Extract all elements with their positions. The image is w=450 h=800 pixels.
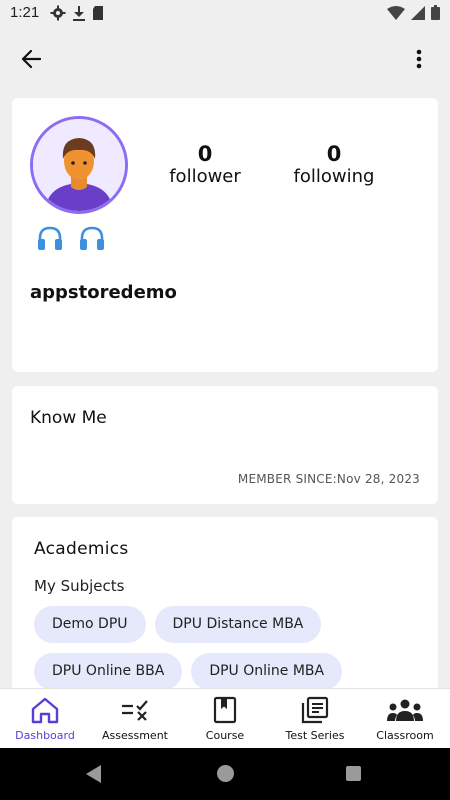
signal-icon [411,5,425,25]
nav-label-test-series: Test Series [285,729,345,742]
status-bar: 1:21 [0,0,450,26]
following-label: following [293,166,375,187]
profile-card: 0 follower 0 following appstoredemo [12,98,438,372]
nav-label-classroom: Classroom [376,729,434,742]
subject-chip[interactable]: DPU Online MBA [191,653,343,690]
following-stat[interactable]: 0 following [290,142,378,188]
nav-item-assessment[interactable]: Assessment [90,689,180,748]
classroom-icon [387,699,423,721]
status-time: 1:21 [10,4,40,21]
badge-row [36,226,106,252]
subject-chip[interactable]: Demo DPU [34,606,146,643]
academics-card: Academics My Subjects Demo DPU DPU Dista… [12,517,438,717]
book-icon [213,696,237,724]
nav-item-test-series[interactable]: Test Series [270,689,360,748]
my-subjects-label: My Subjects [34,577,125,595]
headphones-icon [80,226,104,250]
subject-chip[interactable]: DPU Online BBA [34,653,183,690]
academics-title: Academics [34,539,129,559]
wifi-icon [387,5,405,25]
test-series-icon [301,696,329,724]
headphones-icon [38,226,62,250]
following-count: 0 [326,142,342,166]
back-button[interactable] [14,42,48,76]
gear-icon [50,5,66,26]
member-since: MEMBER SINCE:Nov 28, 2023 [237,472,420,486]
user-avatar-icon [33,119,125,211]
subject-chip[interactable]: DPU Distance MBA [154,606,322,643]
home-icon [31,697,59,724]
know-me-title: Know Me [30,408,107,428]
nav-label-dashboard: Dashboard [15,729,75,742]
nav-item-course[interactable]: Course [180,689,270,748]
status-icons-left [50,5,104,26]
arrow-left-icon [21,50,41,68]
sd-card-icon [92,5,104,26]
more-vertical-icon [416,49,422,69]
follower-count: 0 [197,142,213,166]
nav-item-classroom[interactable]: Classroom [360,689,450,748]
bottom-nav: Dashboard Assessment Course Test Series … [0,688,450,748]
more-options-button[interactable] [402,42,436,76]
follower-stat[interactable]: 0 follower [162,142,248,188]
avatar[interactable] [30,116,128,214]
download-icon [72,5,86,26]
nav-label-course: Course [205,729,245,742]
system-back-icon[interactable] [86,765,102,783]
nav-item-dashboard[interactable]: Dashboard [0,689,90,748]
app-bar [0,26,450,92]
status-icons-right [387,5,440,25]
follower-label: follower [169,166,241,187]
username: appstoredemo [30,282,177,303]
assessment-icon [122,700,148,721]
system-home-icon[interactable] [217,765,234,782]
system-recents-icon[interactable] [346,766,361,781]
system-nav-bar [0,748,450,800]
know-me-card: Know Me MEMBER SINCE:Nov 28, 2023 [12,386,438,504]
battery-icon [431,5,440,25]
nav-label-assessment: Assessment [102,729,168,742]
subject-chips: Demo DPU DPU Distance MBA DPU Online BBA… [34,606,424,690]
